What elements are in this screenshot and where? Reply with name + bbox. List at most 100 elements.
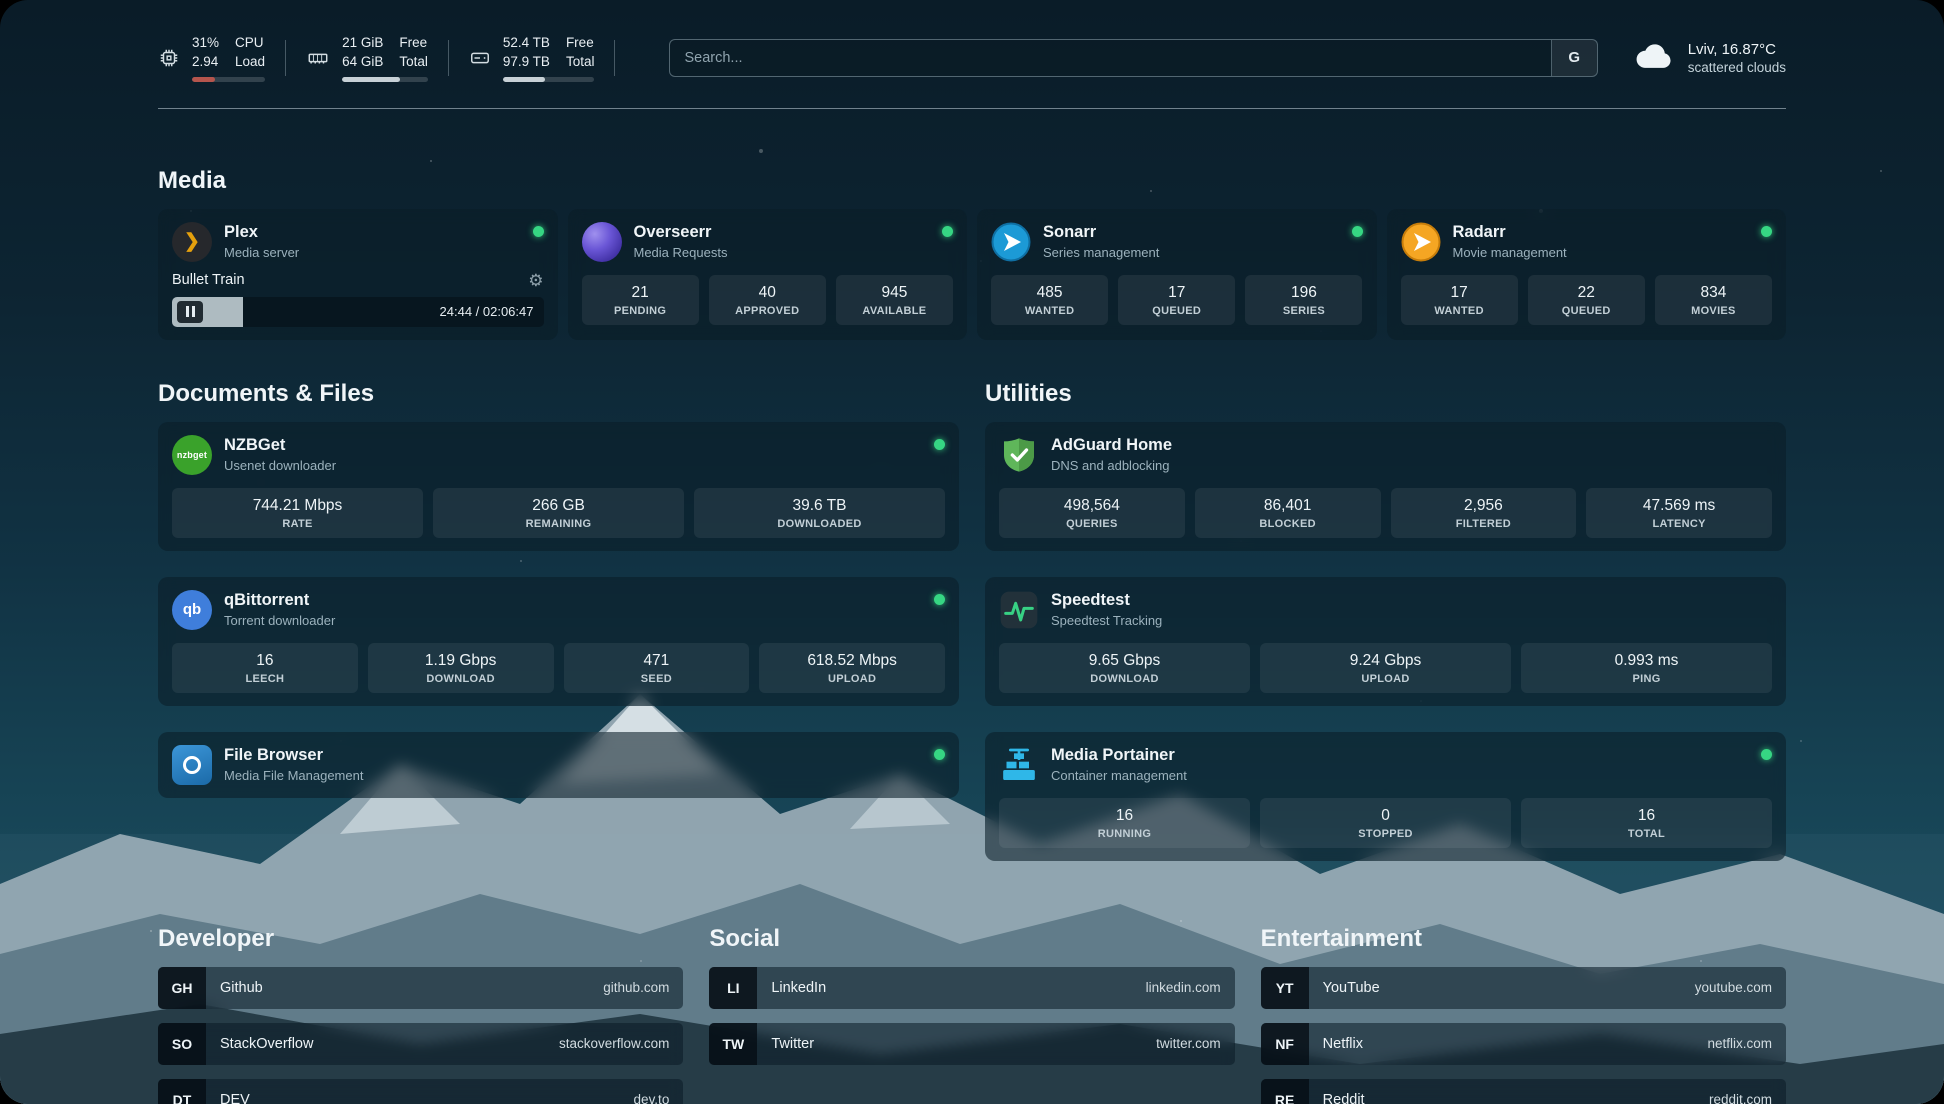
stat-box: 1.19 GbpsDOWNLOAD (368, 643, 554, 693)
documents-column: Documents & Files nzbget NZBGet Usenet d… (158, 380, 959, 861)
app-subtitle: Media Requests (634, 245, 931, 260)
search-bar: G (669, 39, 1597, 77)
stat-box: 618.52 MbpsUPLOAD (759, 643, 945, 693)
playback-time: 24:44 / 02:06:47 (440, 304, 544, 319)
bookmark-url: dev.to (634, 1092, 670, 1104)
bookmark-dev[interactable]: DT DEV dev.to (158, 1079, 683, 1104)
weather-widget[interactable]: Lviv, 16.87°C scattered clouds (1632, 38, 1786, 77)
app-name: Sonarr (1043, 223, 1340, 242)
bookmark-twitter[interactable]: TW Twitter twitter.com (709, 1023, 1234, 1065)
stat-box: 744.21 MbpsRATE (172, 488, 423, 538)
portainer-card[interactable]: Media Portainer Container management 16R… (985, 732, 1786, 861)
stat-box: 40APPROVED (709, 275, 826, 325)
bookmark-url: youtube.com (1695, 980, 1772, 995)
disk-free: 52.4 TB (503, 34, 550, 53)
disk-usage-bar (503, 77, 595, 82)
overseerr-card[interactable]: Overseerr Media Requests 21PENDING 40APP… (568, 209, 968, 340)
app-subtitle: Media server (224, 245, 521, 260)
bookmark-abbr: TW (709, 1023, 757, 1065)
bookmark-url: linkedin.com (1146, 980, 1221, 995)
bookmark-url: reddit.com (1709, 1092, 1772, 1104)
ram-total: 64 GiB (342, 53, 383, 72)
app-subtitle: Speedtest Tracking (1051, 613, 1772, 628)
weather-location: Lviv, 16.87°C (1688, 41, 1786, 58)
disk-label-2: Total (566, 53, 595, 72)
app-name: Media Portainer (1051, 746, 1749, 765)
nzbget-card[interactable]: nzbget NZBGet Usenet downloader 744.21 M… (158, 422, 959, 551)
now-playing-title: Bullet Train (172, 272, 245, 288)
bookmarks-area: Developer GH Github github.com SO StackO… (158, 925, 1786, 1104)
bookmark-stackoverflow[interactable]: SO StackOverflow stackoverflow.com (158, 1023, 683, 1065)
app-name: Speedtest (1051, 591, 1772, 610)
cpu-label-2: Load (235, 53, 265, 72)
bookmark-abbr: NF (1261, 1023, 1309, 1065)
bookmark-abbr: SO (158, 1023, 206, 1065)
sonarr-icon (991, 222, 1031, 262)
bookmark-linkedin[interactable]: LI LinkedIn linkedin.com (709, 967, 1234, 1009)
sonarr-card[interactable]: Sonarr Series management 485WANTED 17QUE… (977, 209, 1377, 340)
bookmark-name: DEV (220, 1092, 250, 1104)
bookmark-url: netflix.com (1707, 1036, 1772, 1051)
bookmark-name: Twitter (771, 1036, 814, 1052)
qbittorrent-card[interactable]: qb qBittorrent Torrent downloader 16LEEC… (158, 577, 959, 706)
app-name: Radarr (1453, 223, 1750, 242)
stat-box: 39.6 TBDOWNLOADED (694, 488, 945, 538)
topbar-separator (448, 40, 449, 76)
stat-box: 266 GBREMAINING (433, 488, 684, 538)
app-subtitle: DNS and adblocking (1051, 458, 1772, 473)
plex-card[interactable]: ❯ Plex Media server Bullet Train ⚙ 24:44… (158, 209, 558, 340)
filebrowser-status-dot (934, 749, 945, 760)
gear-icon[interactable]: ⚙ (528, 272, 543, 289)
adguard-card[interactable]: AdGuard Home DNS and adblocking 498,564Q… (985, 422, 1786, 551)
ram-usage-bar (342, 77, 428, 82)
bookmark-netflix[interactable]: NF Netflix netflix.com (1261, 1023, 1786, 1065)
filebrowser-card[interactable]: File Browser Media File Management (158, 732, 959, 798)
portainer-status-dot (1761, 749, 1772, 760)
bookmark-abbr: DT (158, 1079, 206, 1104)
cloud-icon (1632, 38, 1676, 77)
stat-box: 21PENDING (582, 275, 699, 325)
nzbget-status-dot (934, 439, 945, 450)
qbittorrent-status-dot (934, 594, 945, 605)
bookmark-github[interactable]: GH Github github.com (158, 967, 683, 1009)
cpu-load-avg: 2.94 (192, 53, 219, 72)
cpu-label-1: CPU (235, 34, 265, 53)
topbar-divider (158, 108, 1786, 109)
topbar: 31% 2.94 CPU Load (158, 34, 1786, 82)
bookmark-name: YouTube (1323, 980, 1380, 996)
app-subtitle: Container management (1051, 768, 1749, 783)
ram-free: 21 GiB (342, 34, 383, 53)
disk-total: 97.9 TB (503, 53, 550, 72)
nzbget-icon-text: nzbget (177, 450, 207, 460)
app-name: File Browser (224, 746, 922, 765)
disk-label-1: Free (566, 34, 595, 53)
pause-button[interactable] (177, 301, 203, 323)
adguard-icon (999, 435, 1039, 475)
qbittorrent-icon: qb (172, 590, 212, 630)
bookmark-group-developer: Developer GH Github github.com SO StackO… (158, 925, 683, 1104)
plex-glyph: ❯ (184, 230, 200, 253)
disk-metric: 52.4 TB 97.9 TB Free Total (469, 34, 595, 82)
stat-box: 0.993 msPING (1521, 643, 1772, 693)
section-title-developer: Developer (158, 925, 683, 953)
app-subtitle: Torrent downloader (224, 613, 922, 628)
playback-progress[interactable]: 24:44 / 02:06:47 (172, 297, 544, 327)
speedtest-card[interactable]: Speedtest Speedtest Tracking 9.65 GbpsDO… (985, 577, 1786, 706)
bookmark-url: stackoverflow.com (559, 1036, 669, 1051)
search-engine-button[interactable]: G (1551, 40, 1597, 76)
cpu-usage-bar (192, 77, 265, 82)
disk-icon (469, 47, 491, 69)
overseerr-icon (582, 222, 622, 262)
stat-box: 945AVAILABLE (836, 275, 953, 325)
bookmark-youtube[interactable]: YT YouTube youtube.com (1261, 967, 1786, 1009)
radarr-icon (1401, 222, 1441, 262)
media-grid: ❯ Plex Media server Bullet Train ⚙ 24:44… (158, 209, 1786, 340)
stat-box: 471SEED (564, 643, 750, 693)
stat-box: 9.65 GbpsDOWNLOAD (999, 643, 1250, 693)
topbar-separator (614, 40, 615, 76)
radarr-card[interactable]: Radarr Movie management 17WANTED 22QUEUE… (1387, 209, 1787, 340)
dashboard-screen: 31% 2.94 CPU Load (0, 0, 1944, 1104)
stat-box: 9.24 GbpsUPLOAD (1260, 643, 1511, 693)
search-input[interactable] (670, 40, 1550, 76)
bookmark-reddit[interactable]: RE Reddit reddit.com (1261, 1079, 1786, 1104)
